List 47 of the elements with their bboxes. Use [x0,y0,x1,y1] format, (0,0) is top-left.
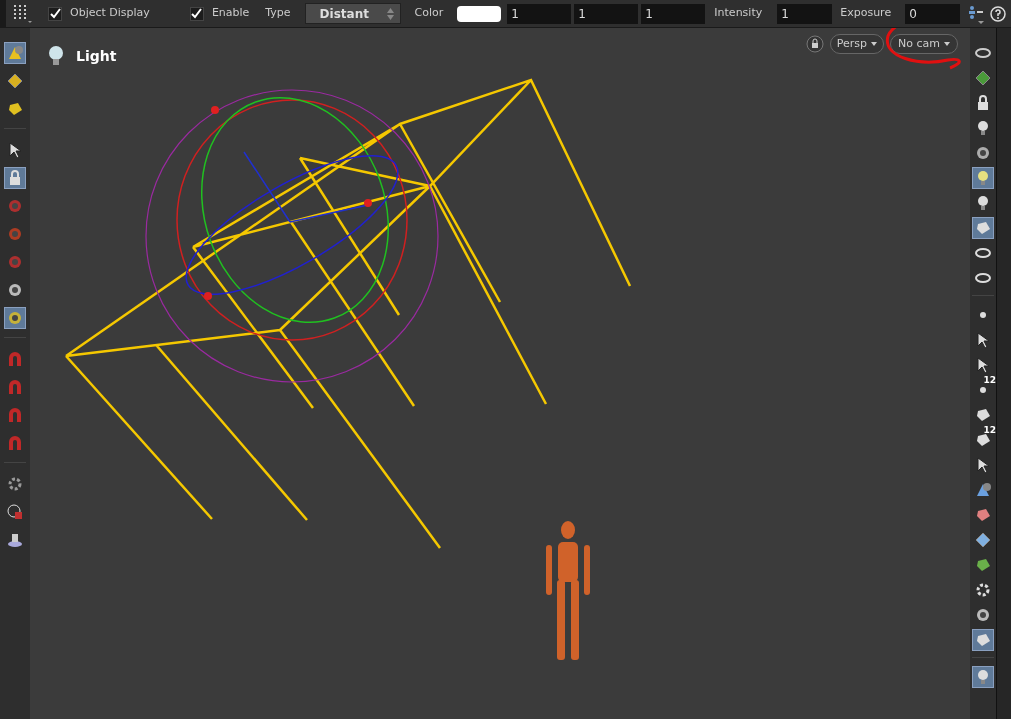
sphere-icon [974,144,992,162]
help-icon[interactable] [990,5,1007,22]
intensity-label: Intensity [714,5,763,22]
checkbox-label: Enable [211,5,250,22]
tool-number: 12 [983,376,996,385]
grid-menu-icon[interactable] [12,3,32,24]
magnet-icon [6,406,24,424]
magnet-icon [6,378,24,396]
type-dropdown[interactable]: Distant [304,3,401,24]
exposure-label: Exposure [840,5,892,22]
plane-icon [974,481,992,499]
color-swatch[interactable] [457,5,502,22]
shape-icon [6,44,24,62]
bulb-icon [48,45,64,67]
geometry-icon [974,69,992,87]
number-field[interactable]: 1 [574,3,639,24]
gear-icon [6,475,24,493]
people-icon[interactable] [968,3,985,24]
number-field[interactable]: 1 [641,3,706,24]
checkbox-label: Object Display [70,5,150,22]
caret-icon [871,42,878,46]
viewport-title: Light [76,46,117,66]
dish-icon [6,531,24,549]
number-field[interactable]: 1 [777,3,833,24]
projection-dropdown[interactable]: Persp [829,34,885,54]
checkmark-icon [191,8,203,19]
magnet-icon [6,434,24,452]
lock-icon[interactable] [805,35,824,53]
color-label: Color [414,5,444,22]
number-field[interactable]: 0 [905,3,961,24]
caret-icon [944,42,950,46]
checkmark-icon [49,8,61,19]
tool-number: 12 [983,426,996,435]
shape-icon [6,100,24,118]
type-label: Type [265,5,291,22]
camera-dropdown[interactable]: No cam [890,34,958,54]
cube-icon [974,219,992,237]
magnet-icon [6,350,24,368]
shape-icon [6,72,24,90]
diamond-icon [974,531,992,549]
number-field[interactable]: 1 [507,3,572,24]
checkbox[interactable] [48,6,62,21]
circle-icon [974,606,992,624]
arrow-icon [6,141,24,159]
spinner-arrows-icon [386,7,394,20]
checkbox[interactable] [189,6,204,21]
shape-icon [974,556,992,574]
